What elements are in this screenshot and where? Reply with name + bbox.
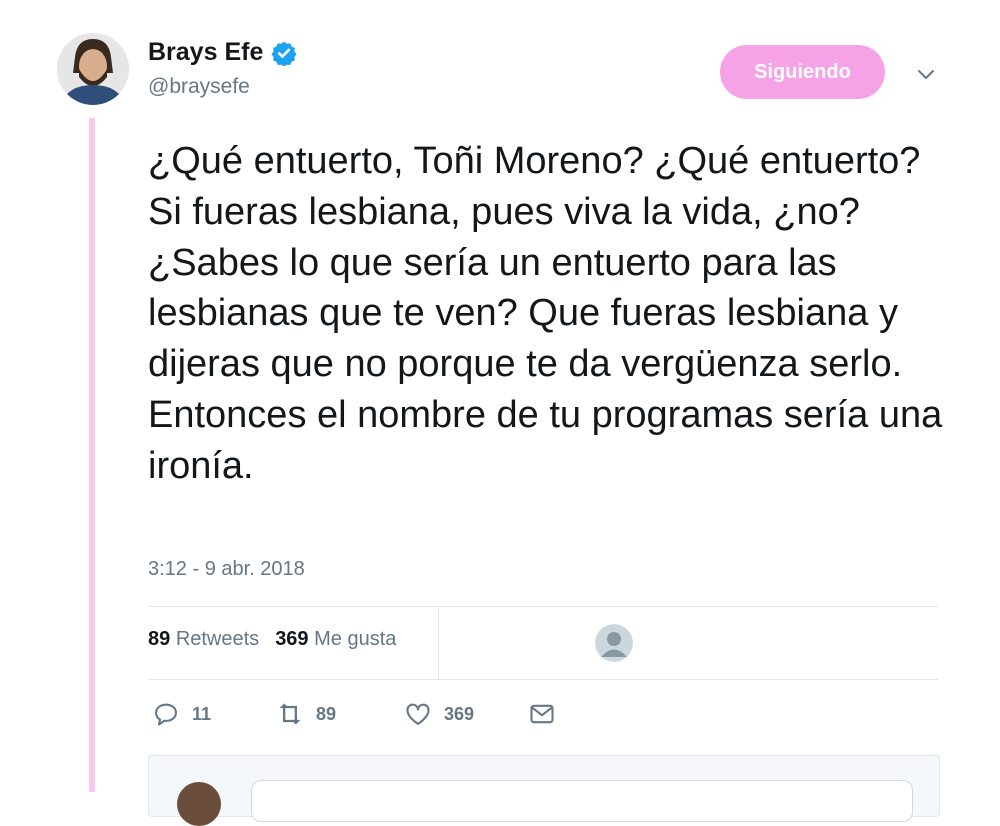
verified-badge-icon [271,41,297,66]
reply-button[interactable]: 11 [152,700,276,728]
envelope-icon [530,704,554,724]
engagement-stats: 89 Retweets 369 Me gusta [148,628,396,651]
tweet-text: ¿Qué entuerto, Toñi Moreno? ¿Qué entuert… [148,140,943,487]
divider [148,679,938,680]
author-name-row: Brays Efe [148,38,297,67]
author-avatar[interactable] [57,33,129,105]
reply-composer [148,755,940,826]
following-button[interactable]: Siguiendo [720,45,885,99]
retweets-stat-label: Retweets [175,628,260,650]
reply-input[interactable] [251,780,913,822]
likes-stat[interactable]: 369 Me gusta [275,628,396,651]
reply-count: 11 [192,703,212,724]
divider [148,606,938,607]
author-block: Brays Efe @braysefe [148,38,297,99]
divider-vertical [438,607,439,679]
chevron-down-icon[interactable] [914,62,938,86]
retweet-count: 89 [316,703,337,724]
tweet-actions: 11 89 369 [152,700,556,728]
retweets-stat-count: 89 [148,628,171,650]
tweet-timestamp[interactable]: 3:12 - 9 abr. 2018 [148,558,305,581]
retweet-button[interactable]: 89 [276,700,404,728]
like-count: 369 [444,703,475,724]
direct-message-button[interactable] [528,700,556,728]
likes-stat-count: 369 [275,628,309,650]
author-handle[interactable]: @braysefe [148,75,297,99]
heart-icon [406,703,430,725]
thread-line [89,118,95,792]
author-name[interactable]: Brays Efe [148,38,263,67]
likes-stat-label: Me gusta [314,628,397,650]
reply-icon [155,703,177,726]
retweets-stat[interactable]: 89 Retweets [148,628,259,651]
retweet-icon [279,703,301,725]
like-button[interactable]: 369 [404,700,528,728]
current-user-avatar [177,782,221,826]
liker-avatar[interactable] [595,624,633,662]
